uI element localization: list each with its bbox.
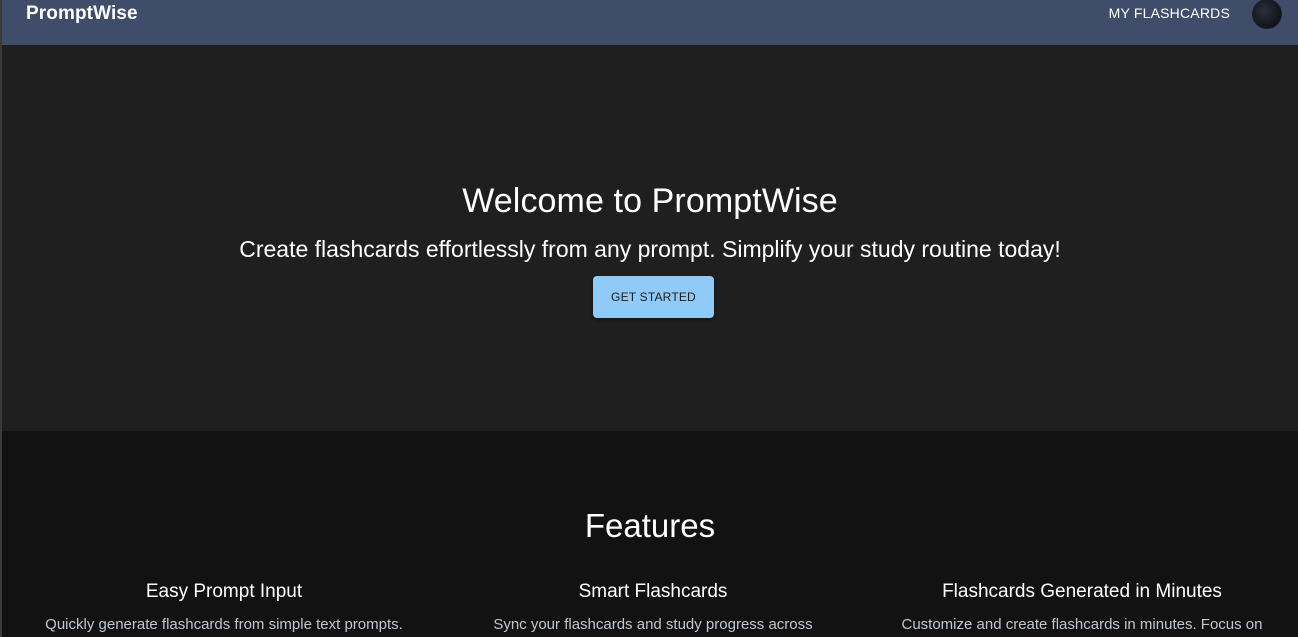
feature-card-generated-in-minutes: Flashcards Generated in Minutes Customiz…	[872, 581, 1292, 633]
top-app-bar: PromptWise MY FLASHCARDS	[2, 0, 1298, 45]
brand-logo-text[interactable]: PromptWise	[26, 3, 138, 25]
hero-section: Welcome to PromptWise Create flashcards …	[2, 45, 1298, 431]
feature-title: Flashcards Generated in Minutes	[942, 581, 1222, 602]
feature-description: Quickly generate flashcards from simple …	[45, 616, 403, 633]
features-section: Features Easy Prompt Input Quickly gener…	[2, 431, 1298, 637]
my-flashcards-link[interactable]: MY FLASHCARDS	[1109, 5, 1230, 21]
features-title: Features	[584, 507, 716, 545]
get-started-button[interactable]: GET STARTED	[593, 276, 714, 318]
feature-title: Easy Prompt Input	[145, 581, 303, 602]
feature-card-smart-flashcards: Smart Flashcards Sync your flashcards an…	[443, 581, 863, 633]
feature-description: Customize and create flashcards in minut…	[901, 616, 1263, 633]
user-avatar-icon[interactable]	[1252, 0, 1282, 29]
hero-title: Welcome to PromptWise	[462, 181, 838, 220]
hero-subtitle: Create flashcards effortlessly from any …	[239, 236, 1061, 262]
app-root: PromptWise MY FLASHCARDS Welcome to Prom…	[0, 0, 1298, 637]
feature-card-easy-prompt-input: Easy Prompt Input Quickly generate flash…	[14, 581, 434, 633]
feature-title: Smart Flashcards	[578, 581, 728, 602]
feature-description: Sync your flashcards and study progress …	[493, 616, 813, 633]
